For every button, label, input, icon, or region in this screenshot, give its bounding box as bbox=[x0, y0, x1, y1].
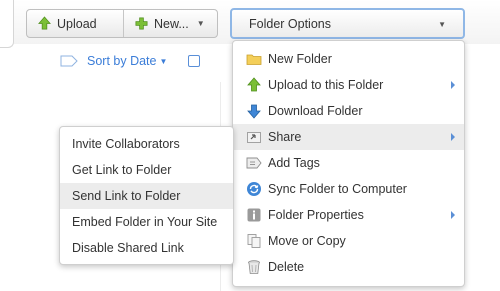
menu-item-download-folder[interactable]: Download Folder bbox=[233, 98, 464, 124]
upload-arrow-icon bbox=[38, 16, 51, 30]
upload-new-button-group: Upload New... ▼ bbox=[26, 9, 218, 38]
select-all-checkbox[interactable] bbox=[188, 55, 200, 67]
menu-item-delete[interactable]: Delete bbox=[233, 254, 464, 280]
menu-item-share[interactable]: Share bbox=[233, 124, 464, 150]
tag-icon bbox=[246, 157, 262, 169]
submenu-item-get-link[interactable]: Get Link to Folder bbox=[60, 157, 233, 183]
new-button[interactable]: New... ▼ bbox=[124, 10, 217, 37]
submenu-item-label: Get Link to Folder bbox=[72, 163, 172, 177]
plus-icon bbox=[135, 17, 148, 30]
submenu-item-label: Disable Shared Link bbox=[72, 241, 184, 255]
submenu-item-label: Embed Folder in Your Site bbox=[72, 215, 218, 229]
share-icon bbox=[247, 132, 261, 143]
upload-arrow-icon bbox=[247, 77, 261, 92]
upload-button[interactable]: Upload bbox=[27, 10, 124, 37]
menu-item-add-tags[interactable]: Add Tags bbox=[233, 150, 464, 176]
submenu-arrow-icon bbox=[451, 133, 455, 141]
menu-item-label: Folder Properties bbox=[268, 208, 364, 222]
menu-item-folder-properties[interactable]: Folder Properties bbox=[233, 202, 464, 228]
info-icon bbox=[247, 208, 261, 222]
menu-item-label: Delete bbox=[268, 260, 305, 274]
submenu-arrow-icon bbox=[451, 211, 455, 219]
folder-options-button[interactable]: Folder Options ▼ bbox=[230, 8, 465, 39]
submenu-item-embed-folder[interactable]: Embed Folder in Your Site bbox=[60, 209, 233, 235]
menu-item-label: Move or Copy bbox=[268, 234, 346, 248]
menu-item-upload-to-folder[interactable]: Upload to this Folder bbox=[233, 72, 464, 98]
submenu-item-label: Invite Collaborators bbox=[72, 137, 180, 151]
menu-item-label: Add Tags bbox=[268, 156, 320, 170]
copy-icon bbox=[247, 234, 261, 248]
new-button-label: New... bbox=[154, 16, 189, 31]
sort-by-date-link[interactable]: Sort by Date bbox=[87, 54, 156, 68]
submenu-item-send-link[interactable]: Send Link to Folder bbox=[60, 183, 233, 209]
sync-icon bbox=[247, 182, 261, 196]
left-panel-edge bbox=[0, 0, 14, 48]
share-submenu: Invite Collaborators Get Link to Folder … bbox=[59, 126, 234, 265]
menu-item-move-or-copy[interactable]: Move or Copy bbox=[233, 228, 464, 254]
submenu-item-label: Send Link to Folder bbox=[72, 189, 181, 203]
menu-item-label: New Folder bbox=[268, 52, 332, 66]
submenu-item-disable-shared-link[interactable]: Disable Shared Link bbox=[60, 235, 233, 261]
chevron-down-icon: ▼ bbox=[196, 19, 205, 28]
folder-options-label: Folder Options bbox=[249, 16, 331, 31]
upload-button-label: Upload bbox=[57, 16, 97, 31]
folder-options-menu: New Folder Upload to this Folder Downloa… bbox=[232, 40, 465, 287]
chevron-down-icon: ▼ bbox=[159, 56, 168, 66]
trash-icon bbox=[248, 260, 260, 274]
menu-item-label: Download Folder bbox=[268, 104, 363, 118]
sort-bar: Sort by Date ▼ bbox=[60, 51, 167, 71]
folder-icon bbox=[246, 54, 262, 65]
download-arrow-icon bbox=[247, 104, 261, 119]
submenu-item-invite-collaborators[interactable]: Invite Collaborators bbox=[60, 131, 233, 157]
chevron-down-icon: ▼ bbox=[438, 20, 446, 29]
label-tag-icon bbox=[60, 55, 78, 67]
menu-item-label: Share bbox=[268, 130, 302, 144]
menu-item-label: Sync Folder to Computer bbox=[268, 182, 407, 196]
submenu-arrow-icon bbox=[451, 81, 455, 89]
menu-item-label: Upload to this Folder bbox=[268, 78, 384, 92]
menu-item-new-folder[interactable]: New Folder bbox=[233, 46, 464, 72]
menu-item-sync-folder[interactable]: Sync Folder to Computer bbox=[233, 176, 464, 202]
